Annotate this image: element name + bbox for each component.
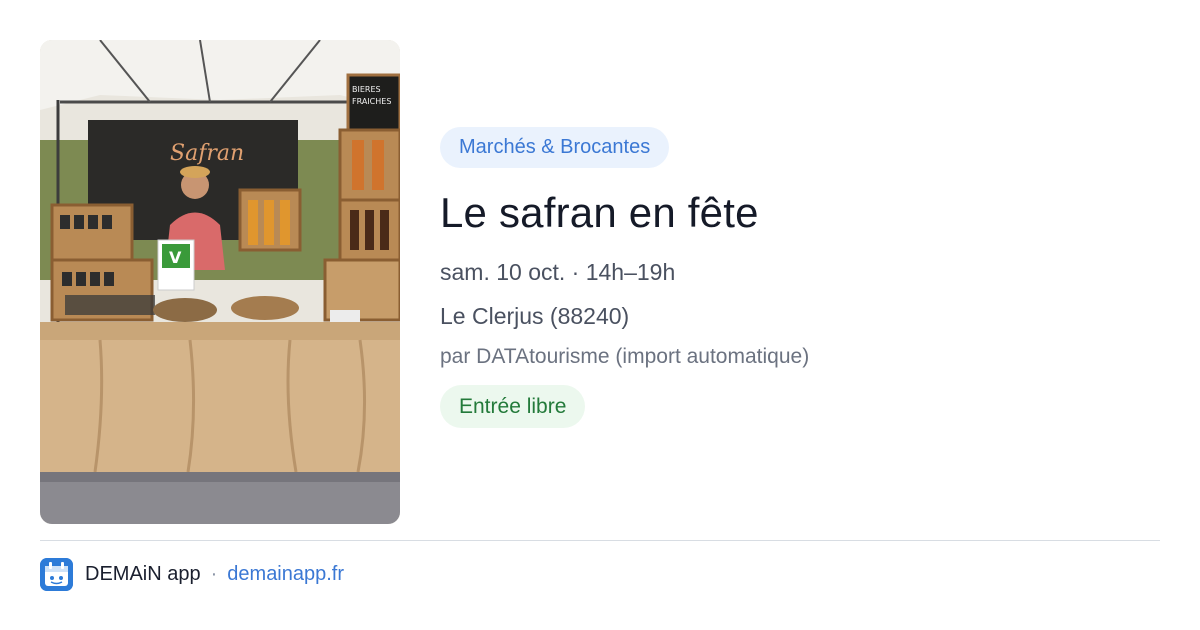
category-badge[interactable]: Marchés & Brocantes bbox=[440, 127, 670, 168]
footer-brand: DEMAiN app · demainapp.fr bbox=[40, 558, 344, 591]
event-share-card: Safran BIERES FRAICHES V Marchés & Broca… bbox=[0, 0, 1200, 630]
svg-text:Safran: Safran bbox=[170, 141, 244, 166]
divider bbox=[40, 540, 1160, 541]
event-location: Le Clerjus (88240) bbox=[440, 303, 630, 329]
app-url-link[interactable]: demainapp.fr bbox=[227, 563, 344, 586]
event-info: Marchés & Brocantes Le safran en fête sa… bbox=[440, 127, 1160, 428]
svg-text:BIERES: BIERES bbox=[352, 85, 381, 94]
footer-separator: · bbox=[210, 563, 218, 585]
event-datetime: sam. 10 oct. · 14h–19h bbox=[440, 259, 676, 285]
event-photo: Safran BIERES FRAICHES V bbox=[40, 40, 400, 524]
app-logo-icon bbox=[40, 558, 73, 591]
app-name: DEMAiN app bbox=[85, 563, 201, 585]
event-title: Le safran en fête bbox=[440, 189, 759, 236]
event-organizer: par DATAtourisme (import automatique) bbox=[440, 345, 810, 368]
svg-text:FRAICHES: FRAICHES bbox=[352, 97, 391, 106]
svg-text:V: V bbox=[169, 248, 182, 267]
price-badge: Entrée libre bbox=[440, 385, 586, 428]
